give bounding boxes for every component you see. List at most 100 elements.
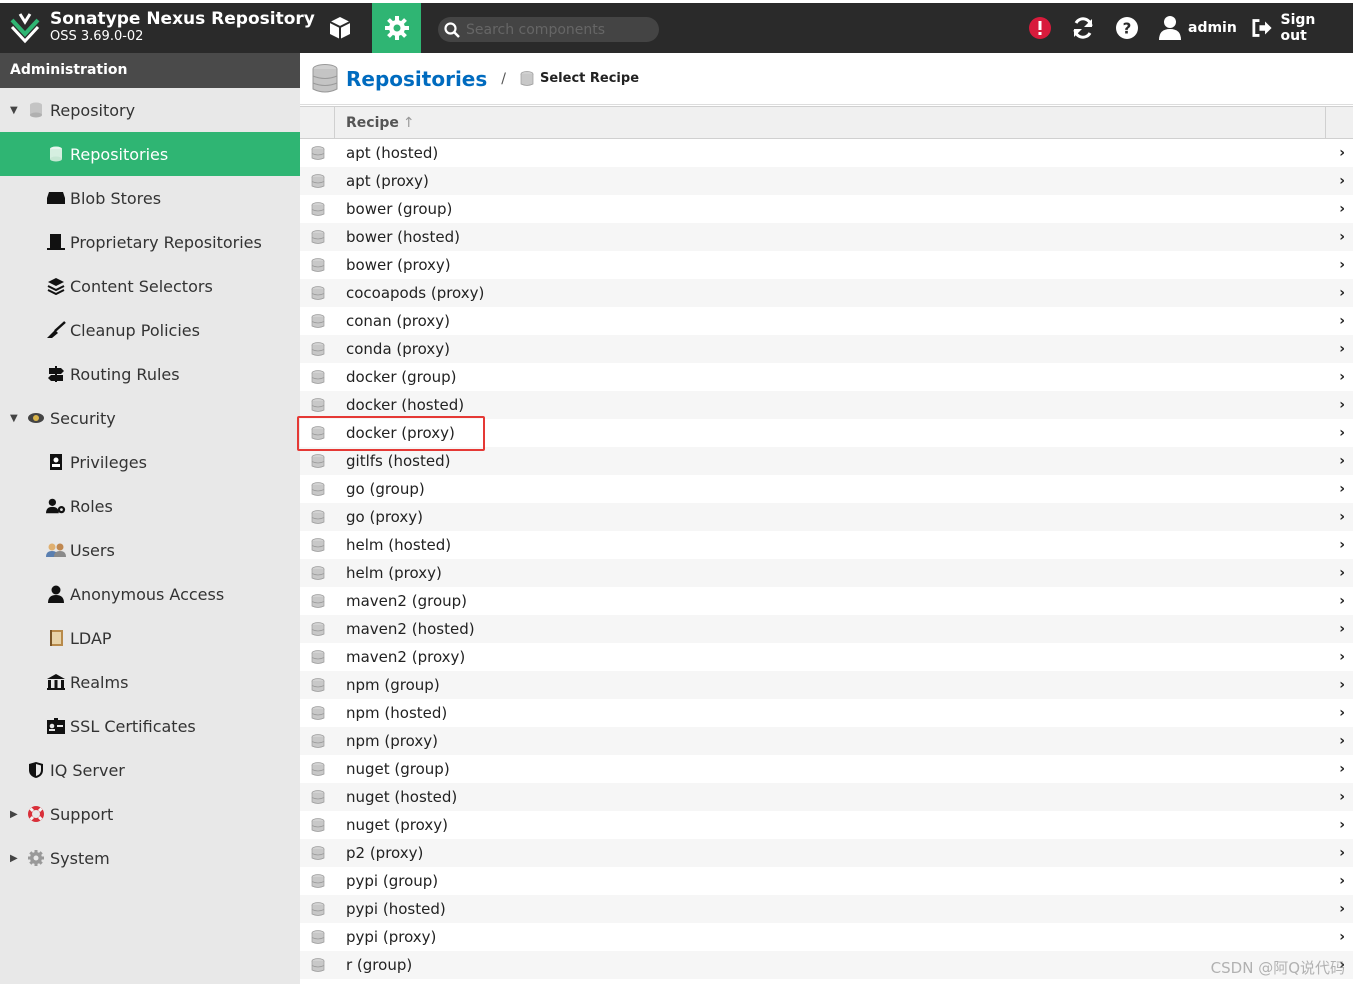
sidebar-item-ldap[interactable]: LDAP xyxy=(0,616,300,660)
chevron-right-icon: › xyxy=(1339,733,1345,749)
chevron-right-icon: › xyxy=(1339,453,1345,469)
sign-out-button[interactable]: Sign out xyxy=(1252,3,1342,53)
app-title: Sonatype Nexus Repository xyxy=(50,9,315,29)
administration-button[interactable] xyxy=(372,3,421,53)
sidebar-item-cleanup-policies[interactable]: Cleanup Policies xyxy=(0,308,300,352)
recipe-column-header[interactable]: Recipe ↑ xyxy=(334,106,1326,139)
recipe-row[interactable]: bower (proxy) › xyxy=(300,251,1353,279)
search-input[interactable] xyxy=(466,21,646,38)
recipe-label: pypi (group) xyxy=(346,872,439,890)
browse-button[interactable] xyxy=(318,3,362,53)
sidebar-item-privileges[interactable]: Privileges xyxy=(0,440,300,484)
recipe-row[interactable]: conda (proxy) › xyxy=(300,335,1353,363)
database-icon xyxy=(311,481,325,496)
collapse-arrow-icon[interactable]: ▶ xyxy=(10,809,18,820)
recipe-row[interactable]: r (group) › xyxy=(300,951,1353,979)
recipe-row[interactable]: bower (group) › xyxy=(300,195,1353,223)
sidebar-item-label: Routing Rules xyxy=(70,364,180,384)
system-alert-button[interactable] xyxy=(1026,3,1054,53)
recipe-label: conda (proxy) xyxy=(346,340,450,358)
recipe-row[interactable]: nuget (proxy) › xyxy=(300,811,1353,839)
recipe-row[interactable]: maven2 (proxy) › xyxy=(300,643,1353,671)
sidebar-item-blob-stores[interactable]: Blob Stores xyxy=(0,176,300,220)
recipe-row[interactable]: pypi (proxy) › xyxy=(300,923,1353,951)
recipe-label: p2 (proxy) xyxy=(346,844,424,862)
recipe-row[interactable]: go (proxy) › xyxy=(300,503,1353,531)
recipe-row[interactable]: apt (hosted) › xyxy=(300,139,1353,167)
alert-icon xyxy=(1029,17,1051,39)
broom-icon xyxy=(46,321,66,339)
chevron-right-icon: › xyxy=(1339,145,1345,161)
recipe-row[interactable]: maven2 (hosted) › xyxy=(300,615,1353,643)
chevron-right-icon: › xyxy=(1339,201,1345,217)
sidebar-item-routing-rules[interactable]: Routing Rules xyxy=(0,352,300,396)
database-icon xyxy=(311,285,325,300)
sidebar-item-iq-server[interactable]: IQ Server xyxy=(0,748,300,792)
sidebar-item-roles[interactable]: Roles xyxy=(0,484,300,528)
chevron-right-icon: › xyxy=(1339,565,1345,581)
recipe-label: maven2 (hosted) xyxy=(346,620,475,638)
database-icon xyxy=(311,341,325,356)
recipe-row[interactable]: nuget (hosted) › xyxy=(300,783,1353,811)
database-icon xyxy=(311,593,325,608)
recipe-row[interactable]: bower (hosted) › xyxy=(300,223,1353,251)
sidebar-item-anonymous-access[interactable]: Anonymous Access xyxy=(0,572,300,616)
recipe-label: docker (group) xyxy=(346,368,457,386)
database-icon xyxy=(311,817,325,832)
sidebar-item-label: Cleanup Policies xyxy=(70,320,200,340)
recipe-row[interactable]: nuget (group) › xyxy=(300,755,1353,783)
database-icon xyxy=(311,733,325,748)
recipe-list: apt (hosted) › apt (proxy) › bower (group) › b… xyxy=(300,139,1353,979)
recipe-row[interactable]: docker (group) › xyxy=(300,363,1353,391)
recipe-row[interactable]: cocoapods (proxy) › xyxy=(300,279,1353,307)
chevron-right-icon: › xyxy=(1339,873,1345,889)
search-box[interactable] xyxy=(438,17,659,42)
refresh-button[interactable] xyxy=(1068,3,1098,53)
recipe-row[interactable]: maven2 (group) › xyxy=(300,587,1353,615)
recipe-row[interactable]: conan (proxy) › xyxy=(300,307,1353,335)
recipe-label: nuget (proxy) xyxy=(346,816,448,834)
recipe-row[interactable]: p2 (proxy) › xyxy=(300,839,1353,867)
recipe-row[interactable]: npm (hosted) › xyxy=(300,699,1353,727)
recipe-row[interactable]: npm (proxy) › xyxy=(300,727,1353,755)
recipe-row[interactable]: pypi (group) › xyxy=(300,867,1353,895)
sidebar-item-content-selectors[interactable]: Content Selectors xyxy=(0,264,300,308)
recipe-row[interactable]: docker (hosted) › xyxy=(300,391,1353,419)
sidebar-item-realms[interactable]: Realms xyxy=(0,660,300,704)
expand-arrow-icon[interactable]: ▼ xyxy=(10,105,18,116)
username: admin xyxy=(1188,20,1237,36)
recipe-label: npm (hosted) xyxy=(346,704,448,722)
layers-icon xyxy=(46,277,66,295)
id-badge-icon xyxy=(46,453,66,471)
recipe-row[interactable]: apt (proxy) › xyxy=(300,167,1353,195)
collapse-arrow-icon[interactable]: ▶ xyxy=(10,853,18,864)
expand-arrow-icon[interactable]: ▼ xyxy=(10,413,18,424)
recipe-row[interactable]: npm (group) › xyxy=(300,671,1353,699)
help-button[interactable]: ? xyxy=(1112,3,1142,53)
sidebar-item-security[interactable]: ▼ Security xyxy=(0,396,300,440)
database-icon xyxy=(312,63,338,92)
recipe-label: npm (proxy) xyxy=(346,732,438,750)
user-menu[interactable]: admin xyxy=(1158,3,1238,53)
breadcrumb-repositories-link[interactable]: Repositories xyxy=(346,67,487,91)
recipe-row[interactable]: helm (hosted) › xyxy=(300,531,1353,559)
brand[interactable]: Sonatype Nexus Repository OSS 3.69.0-02 xyxy=(8,9,315,45)
recipe-label: helm (hosted) xyxy=(346,536,452,554)
recipe-label: maven2 (proxy) xyxy=(346,648,466,666)
recipe-row[interactable]: gitlfs (hosted) › xyxy=(300,447,1353,475)
database-icon xyxy=(311,845,325,860)
sidebar-item-users[interactable]: Users xyxy=(0,528,300,572)
recipe-row[interactable]: helm (proxy) › xyxy=(300,559,1353,587)
sidebar-item-support[interactable]: ▶ Support xyxy=(0,792,300,836)
sidebar-item-repository[interactable]: ▼ Repository xyxy=(0,88,300,132)
refresh-icon xyxy=(1073,17,1093,39)
sidebar-item-proprietary-repositories[interactable]: Proprietary Repositories xyxy=(0,220,300,264)
sort-ascending-icon: ↑ xyxy=(402,114,415,131)
recipe-row[interactable]: go (group) › xyxy=(300,475,1353,503)
database-icon xyxy=(311,677,325,692)
recipe-label: docker (hosted) xyxy=(346,396,465,414)
sidebar-item-system[interactable]: ▶ System xyxy=(0,836,300,880)
sidebar-item-ssl-certificates[interactable]: SSL Certificates xyxy=(0,704,300,748)
recipe-row[interactable]: pypi (hosted) › xyxy=(300,895,1353,923)
sidebar-item-repositories[interactable]: Repositories xyxy=(0,132,300,176)
